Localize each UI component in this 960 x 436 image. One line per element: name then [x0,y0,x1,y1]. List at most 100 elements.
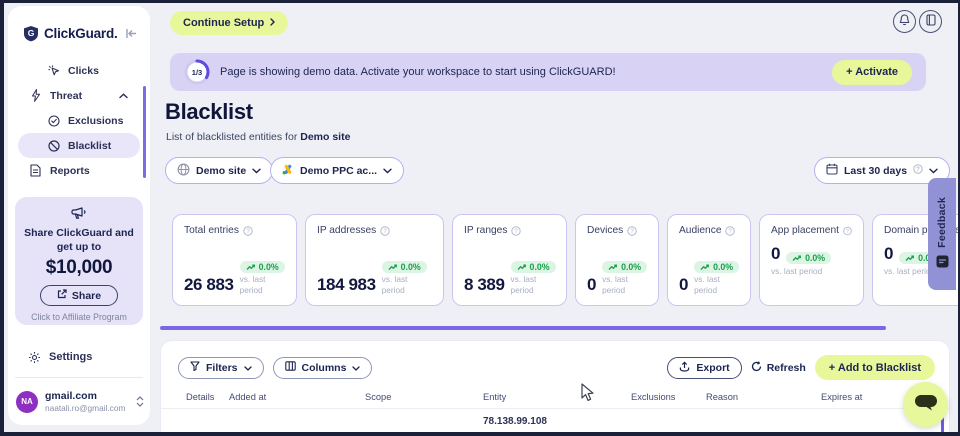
columns-dropdown[interactable]: Columns [273,357,373,379]
sidebar-item-blacklist-active[interactable]: Blacklist [18,133,140,158]
stat-label: IP ranges [464,225,507,236]
info-icon: ? [913,164,923,177]
feedback-chat-icon [936,255,949,271]
calendar-icon [826,163,838,178]
stat-card-ip-ranges: IP ranges? 8 389 0.0% vs. last period [452,214,567,306]
stat-value: 0 [771,244,780,264]
blacklist-block-icon [47,140,60,152]
svg-text:G: G [28,28,35,38]
sidebar-item-settings[interactable]: Settings [8,345,150,369]
reports-document-icon [29,164,42,177]
settings-label: Settings [49,351,92,363]
notifications-button[interactable] [893,10,916,33]
user-account[interactable]: NA gmail.com naatali.ro@gmail.com [16,390,144,413]
stat-label: Devices [587,225,623,236]
sidebar-nav: Clicks Threat Exclusions Blacklist [8,58,150,183]
refresh-button[interactable]: Refresh [751,361,806,375]
sidebar: G ClickGuard. Clicks Threat Excl [8,6,150,425]
bell-icon [899,14,910,29]
affiliate-program-link[interactable]: Click to Affiliate Program [23,312,135,322]
threat-lightning-icon [29,89,42,102]
page-subtitle: List of blacklisted entities for Demo si… [166,131,350,143]
columns-icon [285,361,296,374]
site-selector-dropdown[interactable]: Demo site [165,157,273,184]
sidebar-scrollbar[interactable] [143,86,146,178]
stat-subtext: vs. last period [511,274,555,295]
account-switcher-icon[interactable] [136,396,144,407]
google-ads-icon [282,164,294,178]
globe-icon [177,163,190,179]
gear-icon [28,351,41,364]
stat-label: Total entries [184,225,239,236]
info-icon: ? [843,226,852,236]
chat-bubble-icon [914,393,938,416]
avatar: NA [16,391,38,413]
trend-badge: 0.0% [786,252,831,264]
sidebar-collapse-icon[interactable] [125,28,138,39]
sidebar-item-threat[interactable]: Threat [8,83,150,108]
trend-badge: 0.0% [511,261,556,273]
trend-badge: 0.0% [694,261,739,273]
stat-cards-row: Total entries? 26 883 0.0% vs. last peri… [172,214,958,306]
stat-card-total-entries: Total entries? 26 883 0.0% vs. last peri… [172,214,297,306]
chevron-down-icon [352,362,360,374]
stat-value: 8 389 [464,275,505,295]
promo-amount: $10,000 [23,257,135,279]
activate-button[interactable]: + Activate [832,60,912,85]
exclusions-check-circle-icon [47,115,60,127]
column-header-exclusions[interactable]: Exclusions [631,392,706,402]
table-header: Details Added at Scope Entity Exclusions… [161,392,949,409]
external-link-icon [57,289,67,302]
sidebar-item-label: Clicks [68,65,99,77]
chevron-up-icon[interactable] [119,90,128,102]
window-frame-left [0,0,4,436]
sidebar-item-clicks[interactable]: Clicks [8,58,150,83]
export-button[interactable]: Export [667,357,741,379]
continue-setup-button[interactable]: Continue Setup [170,11,288,35]
docs-button[interactable] [919,10,942,33]
sidebar-item-reports[interactable]: Reports [8,158,150,183]
horizontal-scrollbar[interactable] [160,326,886,330]
demo-data-banner: 1/3 Page is showing demo data. Activate … [170,53,926,91]
info-icon: ? [243,226,253,236]
trend-badge: 0.0% [382,261,427,273]
share-button[interactable]: Share [40,285,118,306]
chat-launcher-button[interactable] [903,382,948,427]
table-row[interactable]: 78.138.99.108 [161,409,949,427]
stat-subtext: vs. last period [771,266,852,276]
column-header-details[interactable]: Details [186,392,229,402]
chevron-right-icon [270,17,275,29]
export-icon [679,361,690,375]
row-entity: 78.138.99.108 [483,416,631,427]
column-header-added-at[interactable]: Added at [229,392,365,402]
chevron-down-icon [244,362,252,374]
stat-card-devices: Devices? 0 0.0% vs. last period [575,214,659,306]
trend-up-icon [905,255,915,262]
ppc-account-selector-dropdown[interactable]: Demo PPC ac... [270,157,404,184]
column-header-reason[interactable]: Reason [706,392,821,402]
trend-up-icon [517,264,527,271]
trend-badge: 0.0% [240,261,285,273]
feedback-tab[interactable]: Feedback [928,178,956,290]
stat-subtext: vs. last period [240,274,284,295]
window-frame-top [0,0,960,3]
info-icon: ? [725,226,735,236]
trend-up-icon [700,264,710,271]
table-toolbar: Filters Columns Export Refresh [161,341,949,380]
sidebar-divider [15,377,143,378]
stat-card-audience: Audience? 0 0.0% vs. last period [667,214,751,306]
add-to-blacklist-button[interactable]: + Add to Blacklist [815,355,935,380]
filters-dropdown[interactable]: Filters [178,357,264,379]
affiliate-promo-card: Share ClickGuard and get up to $10,000 S… [15,197,143,325]
column-header-entity[interactable]: Entity [483,392,631,402]
user-name: gmail.com [45,390,125,403]
info-icon: ? [380,226,390,236]
trend-up-icon [246,264,256,271]
sidebar-item-exclusions[interactable]: Exclusions [8,108,150,133]
stat-card-app-placement: App placement? 0 0.0% vs. last period [759,214,864,306]
column-header-scope[interactable]: Scope [365,392,483,402]
stat-cards-scroller[interactable]: Total entries? 26 883 0.0% vs. last peri… [172,214,958,314]
page-subtitle-text: List of blacklisted entities for [166,131,300,143]
stat-subtext: vs. last period [694,274,738,295]
megaphone-icon [71,212,88,224]
